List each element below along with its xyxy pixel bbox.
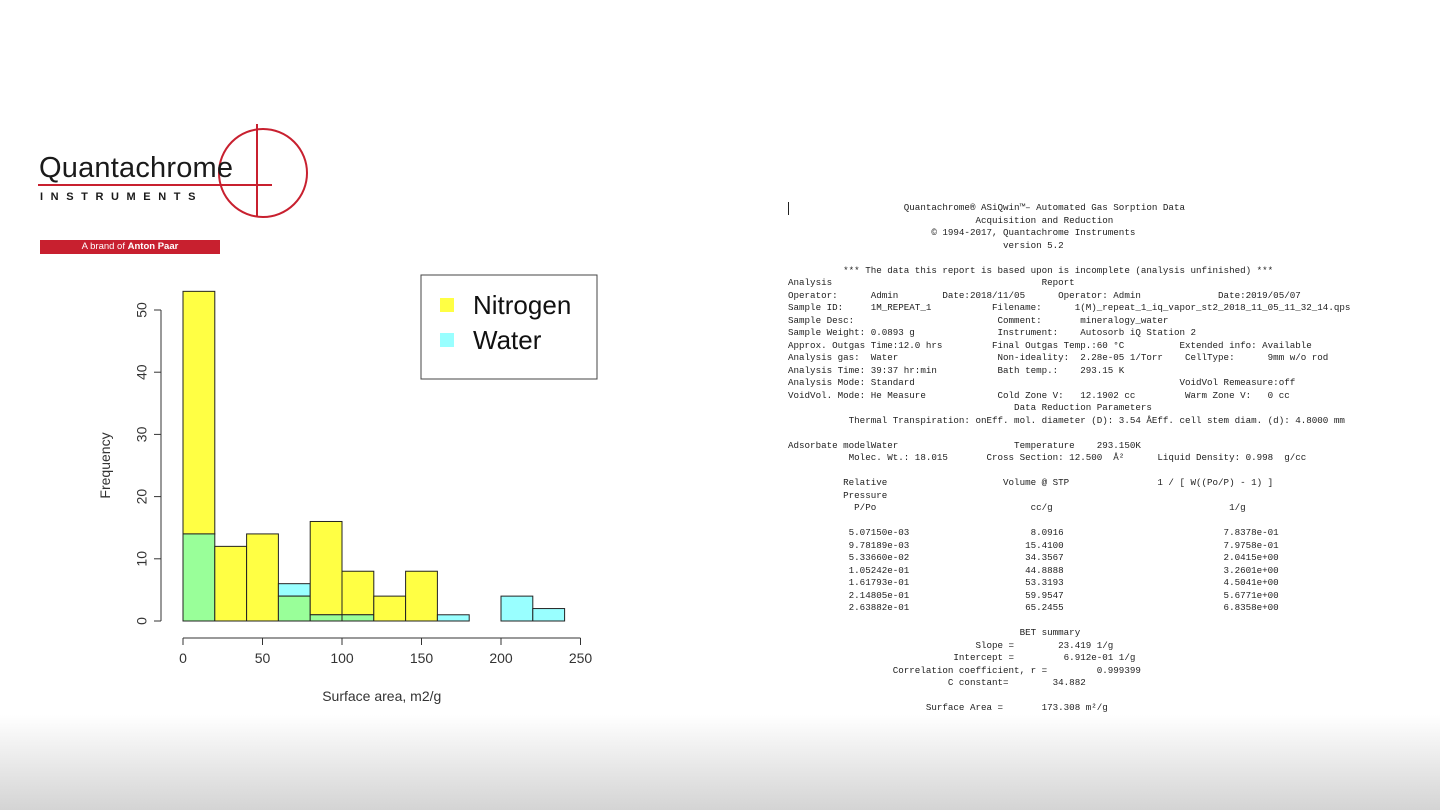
- histogram-bar: [500, 595, 534, 622]
- histogram-bar-overlap: [341, 614, 375, 622]
- report-line: 2.63882e-01 65.2455 6.8358e+00: [788, 602, 1279, 613]
- report-line: Quantachrome® ASiQwin™– Automated Gas So…: [788, 202, 1185, 213]
- histogram-bar: [341, 570, 375, 616]
- report-line: Sample ID: 1M_REPEAT_1 Filename: 1(M)_re…: [788, 302, 1351, 313]
- report-line: Surface Area = 173.308 m²/g: [788, 702, 1108, 713]
- bet-report-text: Quantachrome® ASiQwin™– Automated Gas So…: [788, 202, 1428, 724]
- legend-label: Nitrogen: [473, 290, 571, 320]
- report-line: Adsorbate modelWater Temperature 293.150…: [788, 439, 1141, 451]
- logo-vertical-line: [256, 124, 258, 216]
- y-tick-label: 40: [134, 364, 150, 380]
- histogram-bar: [373, 595, 407, 622]
- x-tick-label: 150: [410, 650, 434, 666]
- report-line: Analysis gas: Water Non-ideality: 2.28e-…: [788, 352, 1329, 363]
- report-line: Correlation coefficient, r = 0.999399: [788, 664, 1141, 676]
- x-tick-label: 50: [255, 650, 271, 666]
- logo-band-name: Anton Paar: [127, 241, 179, 252]
- histogram-bar: [436, 614, 470, 622]
- report-line: Approx. Outgas Time:12.0 hrs Final Outga…: [788, 339, 1312, 351]
- report-line: version 5.2: [788, 239, 1064, 251]
- x-tick-label: 100: [330, 650, 354, 666]
- report-line: BET summary: [788, 627, 1081, 638]
- quantachrome-logo: Quantachrome INSTRUMENTS A brand of Anto…: [38, 124, 308, 256]
- report-line: 9.78189e-03 15.4100 7.9758e-01: [788, 539, 1279, 551]
- report-line: 1.05242e-01 44.8888 3.2601e+00: [788, 564, 1279, 576]
- report-line: Sample Desc: Comment: mineralogy_water: [788, 314, 1169, 326]
- report-line: VoidVol. Mode: He Measure Cold Zone V: 1…: [788, 389, 1290, 401]
- report-line: Slope = 23.419 1/g: [788, 639, 1114, 651]
- histogram-bar-overlap: [309, 614, 343, 622]
- x-tick-label: 0: [179, 650, 187, 666]
- report-line: C constant= 34.882: [788, 677, 1086, 688]
- report-line: Thermal Transpiration: onEff. mol. diame…: [788, 414, 1345, 426]
- histogram-bar: [405, 570, 438, 622]
- report-line: P/Po cc/g 1/g: [788, 502, 1246, 513]
- report-line: Acquisition and Reduction: [788, 214, 1114, 226]
- histogram-bar: [246, 533, 279, 622]
- y-axis-label: Frequency: [97, 432, 113, 498]
- report-line: Analysis Time: 39:37 hr:min Bath temp.: …: [788, 364, 1125, 376]
- histogram-bar-overlap: [182, 533, 216, 622]
- histogram-bar: [309, 520, 343, 616]
- legend-swatch: [440, 333, 454, 347]
- logo-band-prefix: A brand of: [81, 241, 128, 252]
- x-axis-label: Surface area, m2/g: [322, 688, 441, 704]
- histogram-bar: [277, 583, 311, 597]
- report-line: 2.14805e-01 59.9547 5.6771e+00: [788, 589, 1279, 601]
- report-line: 5.07150e-03 8.0916 7.8378e-01: [788, 527, 1279, 538]
- report-line: © 1994-2017, Quantachrome Instruments: [788, 227, 1136, 238]
- report-line: Sample Weight: 0.0893 g Instrument: Auto…: [788, 327, 1196, 338]
- legend-label: Water: [473, 325, 542, 355]
- report-line: 5.33660e-02 34.3567 2.0415e+00: [788, 552, 1279, 563]
- legend-swatch: [440, 298, 454, 312]
- y-tick-label: 50: [134, 302, 150, 318]
- report-line: Pressure: [788, 489, 888, 501]
- report-line: Operator: Admin Date:2018/11/05 Operator…: [788, 289, 1301, 301]
- y-tick-label: 0: [134, 617, 150, 625]
- histogram-bar-overlap: [277, 595, 311, 622]
- y-tick-label: 20: [134, 489, 150, 505]
- report-line: *** The data this report is based upon i…: [788, 264, 1274, 276]
- histogram-chart: 0 50 100 150 200 250 0 10 20 30 40 50 Surface area,…: [97, 274, 598, 704]
- bottom-fade: [0, 715, 1440, 810]
- report-line: Relative Volume @ STP 1 / [ W((Po/P) - 1…: [788, 477, 1274, 488]
- report-line: Data Reduction Parameters: [788, 402, 1152, 413]
- histogram-bar: [182, 290, 216, 535]
- histogram-bar: [532, 608, 566, 622]
- report-line: Analysis Report: [788, 277, 1075, 288]
- report-line: Analysis Mode: Standard VoidVol Remeasur…: [788, 377, 1296, 388]
- logo-brand-name: Quantachrome: [39, 152, 234, 184]
- report-line: Intercept = 6.912e-01 1/g: [788, 652, 1136, 663]
- x-tick-label: 250: [569, 650, 593, 666]
- y-tick-label: 30: [134, 426, 150, 442]
- x-tick-label: 200: [489, 650, 513, 666]
- logo-brand-band: A brand of Anton Paar: [40, 240, 220, 254]
- histogram-bar: [214, 545, 248, 622]
- report-line: 1.61793e-01 53.3193 4.5041e+00: [788, 577, 1279, 588]
- chart-legend: Nitrogen Water: [420, 274, 598, 380]
- report-line: Molec. Wt.: 18.015 Cross Section: 12.500…: [788, 452, 1307, 463]
- y-tick-label: 10: [134, 551, 150, 567]
- logo-subtitle: INSTRUMENTS: [40, 191, 204, 203]
- logo-underline: [38, 184, 272, 186]
